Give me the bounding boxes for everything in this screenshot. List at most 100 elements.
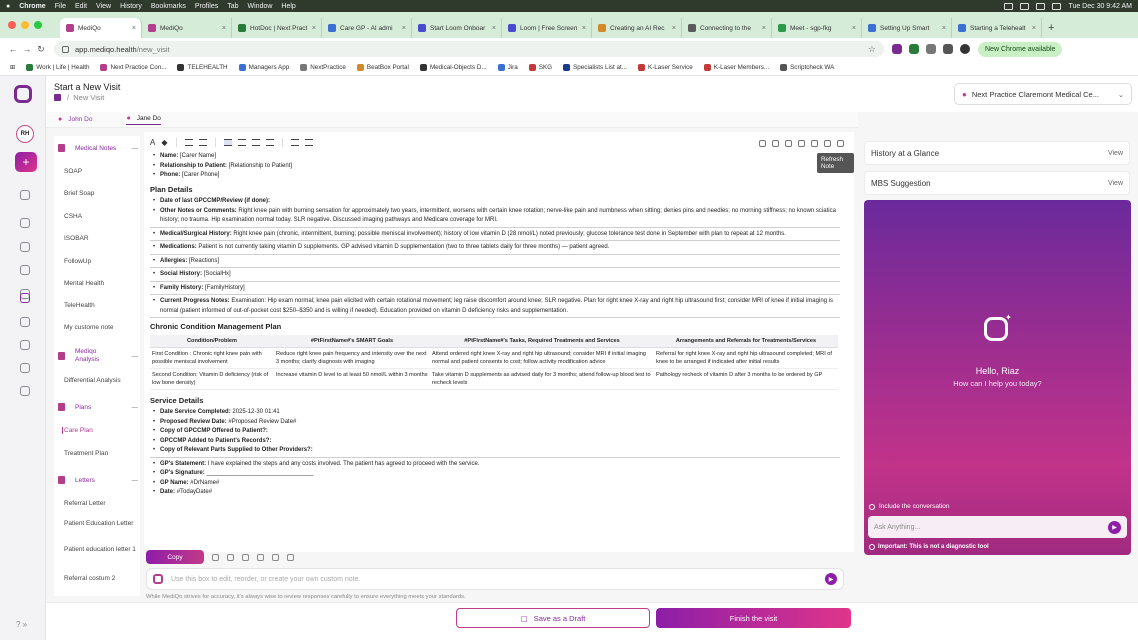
bookmark-star-icon[interactable]: ☆	[868, 44, 876, 55]
user-avatar[interactable]: RH	[16, 125, 34, 143]
close-tab-icon[interactable]: ×	[852, 25, 856, 32]
menu-edit[interactable]: Edit	[75, 3, 87, 10]
group-plans[interactable]: Plans —	[58, 403, 138, 411]
browser-tab[interactable]: Start Loom Onboar ×	[412, 18, 502, 38]
extension-green-icon[interactable]	[909, 44, 919, 54]
users-icon[interactable]	[20, 317, 30, 327]
documents-icon[interactable]	[20, 190, 30, 200]
reload-icon[interactable]: ↻	[34, 44, 48, 55]
menu-help[interactable]: Help	[281, 3, 295, 10]
numbered-list-icon[interactable]	[198, 139, 207, 146]
align-left-icon[interactable]	[223, 139, 232, 146]
bookmark-item[interactable]: K-Laser Service	[638, 64, 693, 71]
history-view-link[interactable]: View	[1108, 150, 1123, 157]
bookmark-item[interactable]: Work | Life | Health	[26, 64, 89, 71]
mbs-view-link[interactable]: View	[1108, 180, 1123, 187]
save-draft-button[interactable]: ▢ Save as a Draft	[456, 608, 650, 628]
bookmark-grid-icon[interactable]: ⊞	[10, 64, 15, 71]
zoom-window-button[interactable]	[34, 21, 42, 29]
sidebar-item-referral-letter[interactable]: Referral Letter	[64, 500, 138, 507]
close-tab-icon[interactable]: ×	[222, 25, 226, 32]
close-tab-icon[interactable]: ×	[1032, 25, 1036, 32]
browser-tab[interactable]: Starting a Telehealt ×	[952, 18, 1042, 38]
download-icon[interactable]	[943, 44, 953, 54]
sidebar-item-custom-note[interactable]: My custome note	[64, 324, 138, 331]
custom-note-input[interactable]: Use this box to edit, reorder, or create…	[146, 568, 844, 590]
include-conversation-toggle[interactable]: Include the conversation	[869, 503, 949, 510]
menu-clock[interactable]: Tue Dec 30 9:42 AM	[1068, 3, 1132, 10]
sidebar-item-followup[interactable]: FollowUp	[64, 258, 138, 265]
sidebar-item-referral-custom-2[interactable]: Referral costum 2	[64, 575, 138, 582]
video-icon[interactable]	[20, 363, 30, 373]
menu-app[interactable]: Chrome	[19, 3, 45, 10]
gear-icon[interactable]	[20, 293, 30, 303]
align-center-icon[interactable]	[237, 139, 246, 146]
sidebar-item-soap[interactable]: SOAP	[64, 168, 138, 175]
control-center-icon[interactable]	[1052, 2, 1062, 10]
ask-anything-input[interactable]: Ask Anything... ▶	[868, 516, 1127, 538]
close-tab-icon[interactable]: ×	[312, 25, 316, 32]
browser-tab[interactable]: MediQo ×	[142, 18, 232, 38]
care-plan-document[interactable]: Name: [Carer Name] Relationship to Patie…	[150, 152, 840, 498]
shield-icon[interactable]	[20, 242, 30, 252]
mediqo-logo-icon[interactable]	[14, 85, 32, 103]
email-icon[interactable]	[798, 140, 805, 147]
indent-decrease-icon[interactable]	[290, 139, 299, 146]
browser-tab[interactable]: MediQo ×	[60, 18, 142, 38]
close-tab-icon[interactable]: ×	[942, 25, 946, 32]
send-icon[interactable]: ▶	[825, 573, 837, 585]
site-info-icon[interactable]	[62, 45, 69, 53]
help-icon[interactable]: ? »	[16, 620, 27, 629]
screen-record-icon[interactable]	[1004, 2, 1014, 10]
checkbox-icon[interactable]	[869, 503, 875, 510]
copy-button[interactable]: Copy	[146, 550, 204, 564]
ai-icon[interactable]	[759, 140, 766, 147]
sidebar-item-care-plan[interactable]: Care Plan	[62, 427, 136, 434]
new-tab-button[interactable]: +	[1042, 18, 1060, 38]
browser-tab[interactable]: Connecting to the ×	[682, 18, 772, 38]
bookmark-item[interactable]: TELEHEALTH	[177, 64, 228, 71]
send-icon[interactable]: ▶	[1108, 520, 1121, 534]
bookmark-item[interactable]: Managers App	[238, 64, 289, 71]
forward-icon[interactable]: →	[20, 44, 34, 54]
close-tab-icon[interactable]: ×	[672, 25, 676, 32]
align-justify-icon[interactable]	[265, 139, 274, 146]
library-icon[interactable]	[20, 386, 30, 396]
menu-view[interactable]: View	[96, 3, 111, 10]
bookmark-item[interactable]: BeatBox Portal	[356, 64, 409, 71]
bullet-list-icon[interactable]	[184, 139, 193, 146]
sidebar-item-mental-health[interactable]: Mental Health	[64, 280, 138, 287]
duplicate-icon[interactable]	[824, 140, 831, 147]
browser-tab[interactable]: HotDoc | Next Pract ×	[232, 18, 322, 38]
bookmark-item[interactable]: Specialists List at...	[563, 64, 627, 71]
sidebar-item-telehealth[interactable]: TeleHealth	[64, 302, 138, 309]
patient-tab-jane[interactable]: ● Jane Do	[126, 115, 161, 125]
close-tab-icon[interactable]: ×	[582, 25, 586, 32]
close-tab-icon[interactable]: ×	[492, 25, 496, 32]
undo-icon[interactable]	[272, 553, 279, 561]
close-tab-icon[interactable]: ×	[132, 25, 136, 32]
sidebar-item-patient-education-letter-1[interactable]: Patient education letter 1	[64, 546, 138, 554]
clinic-select[interactable]: ● Next Practice Claremont Medical Ce... …	[954, 83, 1132, 105]
browser-tab[interactable]: Setting Up Smart ×	[862, 18, 952, 38]
bookmark-item[interactable]: Scriptcheck WA	[780, 64, 834, 71]
browser-tab[interactable]: Loom | Free Screen ×	[502, 18, 592, 38]
bookmark-item[interactable]: K-Laser Members...	[703, 64, 769, 71]
sidebar-item-patient-education-letter[interactable]: Patient Education Letter	[64, 520, 138, 528]
ai-icon[interactable]	[212, 553, 219, 561]
duplicate-icon[interactable]	[287, 553, 294, 561]
menu-history[interactable]: History	[120, 3, 142, 10]
refresh-note-icon[interactable]	[837, 140, 844, 147]
address-bar[interactable]: app.mediqo.health/new_visit ☆	[54, 41, 884, 57]
minimize-window-button[interactable]	[21, 21, 29, 29]
collapse-icon[interactable]: —	[132, 353, 139, 360]
microphone-icon[interactable]	[20, 265, 30, 275]
close-window-button[interactable]	[8, 21, 16, 29]
group-medical-notes[interactable]: Medical Notes —	[58, 144, 138, 152]
collapse-icon[interactable]: —	[132, 477, 139, 484]
indent-increase-icon[interactable]	[304, 139, 313, 146]
font-color-icon[interactable]: A	[150, 138, 155, 147]
battery-icon[interactable]	[1036, 2, 1046, 10]
bookmark-item[interactable]: Next Practice Con...	[100, 64, 166, 71]
extension-mediqo-icon[interactable]	[892, 44, 902, 54]
